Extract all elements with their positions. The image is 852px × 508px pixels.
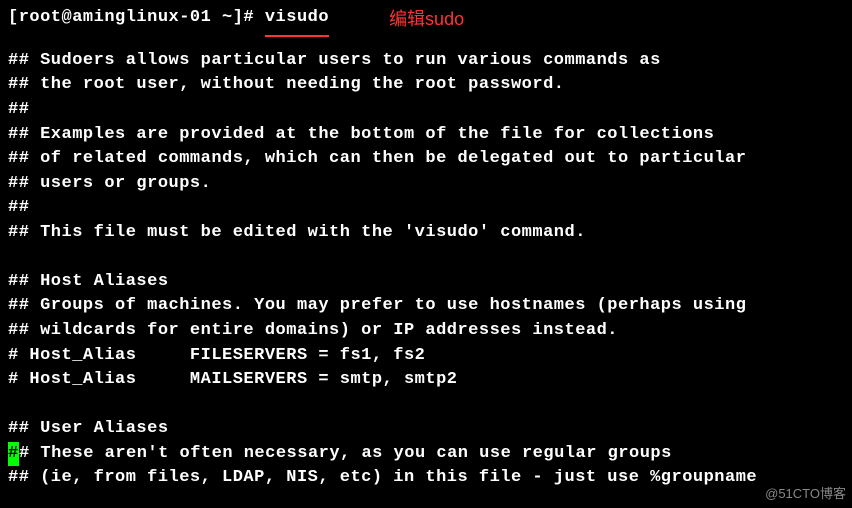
cursor-line-text: # These aren't often necessary, as you c… xyxy=(19,444,672,463)
terminal-line: # Host_Alias MAILSERVERS = smtp, smtp2 xyxy=(8,368,844,393)
cursor-block: # xyxy=(8,442,19,467)
terminal-line: ## Examples are provided at the bottom o… xyxy=(8,123,844,148)
terminal-line: ## wildcards for entire domains) or IP a… xyxy=(8,319,844,344)
terminal-line: ## Sudoers allows particular users to ru… xyxy=(8,49,844,74)
terminal-line: ## This file must be edited with the 'vi… xyxy=(8,221,844,246)
terminal-line: # Host_Alias FILESERVERS = fs1, fs2 xyxy=(8,344,844,369)
terminal-line: ## users or groups. xyxy=(8,172,844,197)
terminal-line: ## of related commands, which can then b… xyxy=(8,147,844,172)
annotation-label: 编辑sudo xyxy=(389,6,464,32)
terminal-line: ## (ie, from files, LDAP, NIS, etc) in t… xyxy=(8,466,844,491)
watermark: @51CTO博客 xyxy=(765,485,846,504)
shell-prompt-line: [root@aminglinux-01 ~]# visudo 编辑sudo xyxy=(8,6,844,37)
terminal-line: ## User Aliases xyxy=(8,417,844,442)
shell-prompt: [root@aminglinux-01 ~]# xyxy=(8,6,265,31)
terminal-output: ## Sudoers allows particular users to ru… xyxy=(8,49,844,442)
command-input[interactable]: visudo xyxy=(265,6,329,37)
terminal-line: ## the root user, without needing the ro… xyxy=(8,73,844,98)
terminal-line: ## xyxy=(8,98,844,123)
terminal-line: ## Groups of machines. You may prefer to… xyxy=(8,294,844,319)
terminal-line: ## Host Aliases xyxy=(8,270,844,295)
terminal-line: ## xyxy=(8,196,844,221)
cursor-line: ## These aren't often necessary, as you … xyxy=(8,442,844,467)
